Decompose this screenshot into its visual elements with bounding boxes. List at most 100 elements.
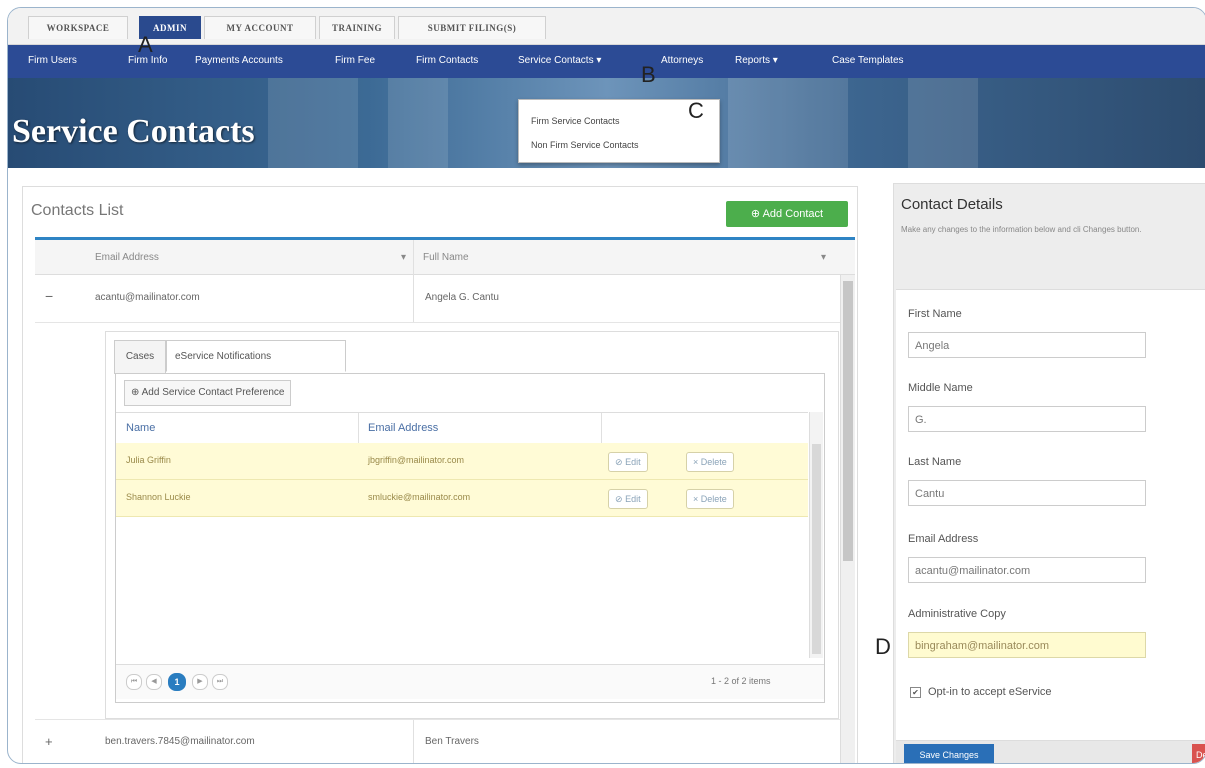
first-name-field[interactable]: Angela [908,332,1146,358]
administrative-copy-field[interactable]: bingraham@mailinator.com [908,632,1146,658]
preference-name: Julia Griffin [126,455,171,465]
column-divider [601,413,602,443]
nav-payment-accounts[interactable]: Payments Accounts [195,55,283,66]
delete-label: Delete [700,457,727,467]
delete-label: Delete [700,494,727,504]
email-field[interactable]: acantu@mailinator.com [908,557,1146,583]
column-header-email[interactable]: Email Address [95,252,159,263]
preference-name: Shannon Luckie [126,492,191,502]
delete-button[interactable]: × Delete [686,452,734,472]
column-header-name[interactable]: Name [126,422,155,434]
preference-email: smluckie@mailinator.com [368,492,471,502]
banner-decoration [268,78,358,168]
tab-cases[interactable]: Cases [114,340,166,374]
first-page-icon[interactable]: ⏮ [126,674,142,690]
add-service-contact-preference-button[interactable]: ⊕ Add Service Contact Preference [124,380,292,406]
nav-attorneys[interactable]: Attorneys [661,55,703,66]
marker-b: B [641,62,656,87]
close-icon: × [693,457,699,467]
add-contact-button[interactable]: ⊕ Add Contact [726,201,848,227]
contact-full-name: Angela G. Cantu [425,292,499,303]
menu-item-firm-service-contacts[interactable]: Firm Service Contacts [531,116,620,126]
nav-reports-label: Reports [735,55,771,66]
edit-label: Edit [625,457,641,467]
add-contact-label: Add Contact [762,208,824,220]
app-window: WORKSPACE ADMIN MY ACCOUNT TRAINING SUBM… [7,7,1205,764]
checkbox-checked-icon[interactable]: ✔ [910,686,921,698]
prev-page-icon[interactable]: ◀ [146,674,162,690]
nav-firm-fee[interactable]: Firm Fee [335,55,375,66]
contact-email: ben.travers.7845@mailinator.com [105,736,255,747]
tab-workspace[interactable]: WORKSPACE [28,16,128,39]
optin-checkbox[interactable]: ✔ Opt-in to accept eService [910,686,1052,698]
save-changes-button[interactable]: Save Changes [904,744,994,763]
preferences-scrollbar[interactable] [809,412,823,658]
nav-firm-contacts[interactable]: Firm Contacts [416,55,478,66]
contact-detail-area: Cases eService Notifications ⊕ Add Servi… [105,331,839,719]
table-row[interactable]: + ben.travers.7845@mailinator.com Ben Tr… [35,719,840,763]
edit-button[interactable]: ⊘ Edit [608,489,648,509]
admin-nav-bar: Firm Users Firm Info Payments Accounts F… [8,45,1205,78]
edit-label: Edit [625,494,641,504]
last-name-field[interactable]: Cantu [908,480,1146,506]
menu-item-non-firm-service-contacts[interactable]: Non Firm Service Contacts [531,140,639,150]
banner-decoration [388,78,448,168]
sort-icon[interactable]: ▾ [401,252,406,263]
preferences-grid-header: Name Email Address [116,412,808,444]
tab-eservice-notifications[interactable]: eService Notifications [166,340,346,372]
contact-details-title: Contact Details [901,196,1003,213]
contact-details-panel: Contact Details Make any changes to the … [893,183,1205,763]
table-row[interactable]: − acantu@mailinator.com Angela G. Cantu [35,274,845,323]
contact-full-name: Ben Travers [425,736,479,747]
email-label: Email Address [908,533,979,545]
plus-circle-icon: ⊕ [750,208,761,220]
middle-name-field[interactable]: G. [908,406,1146,432]
tab-submit-filings[interactable]: SUBMIT FILING(S) [398,16,546,39]
column-divider [358,413,359,443]
first-name-label: First Name [908,308,962,320]
pager: ⏮ ◀ 1 ▶ ⏭ 1 - 2 of 2 items [116,664,824,699]
nav-firm-users[interactable]: Firm Users [28,55,77,66]
middle-name-label: Middle Name [908,382,973,394]
preference-email: jbgriffin@mailinator.com [368,455,465,465]
column-divider [413,274,414,322]
column-header-full-name[interactable]: Full Name [423,252,469,263]
marker-a: A [138,32,153,57]
sort-icon[interactable]: ▾ [821,252,826,263]
column-divider [413,240,414,274]
plus-circle-icon: ⊕ [131,387,140,398]
table-row[interactable]: Julia Griffin jbgriffin@mailinator.com ⊘… [116,443,808,480]
contacts-list-title: Contacts List [31,202,124,219]
contact-details-description: Make any changes to the information belo… [901,225,1142,234]
nav-reports[interactable]: Reports ▾ [735,55,778,66]
page-current[interactable]: 1 [168,673,186,691]
chevron-down-icon: ▾ [596,55,602,66]
nav-service-contacts-label: Service Contacts [518,55,594,66]
column-header-email[interactable]: Email Address [368,422,438,434]
nav-case-templates[interactable]: Case Templates [832,55,904,66]
next-page-icon[interactable]: ▶ [192,674,208,690]
delete-button[interactable]: × Delete [686,489,734,509]
close-icon: × [693,494,699,504]
edit-button[interactable]: ⊘ Edit [608,452,648,472]
last-page-icon[interactable]: ⏭ [212,674,228,690]
contacts-grid-header: Email Address ▾ Full Name ▾ [35,240,855,275]
contact-details-form: First Name Angela Middle Name G. Last Na… [896,289,1205,745]
expand-icon[interactable]: + [45,734,53,749]
page-title: Service Contacts [12,113,255,150]
edit-icon: ⊘ [615,494,623,504]
delete-contact-button[interactable]: De [1192,744,1205,763]
pager-info: 1 - 2 of 2 items [711,676,771,686]
nav-service-contacts[interactable]: Service Contacts ▾ [518,55,601,66]
contacts-scrollbar[interactable] [840,275,855,763]
collapse-icon[interactable]: − [45,288,53,304]
tab-training[interactable]: TRAINING [319,16,395,39]
eservice-panel: ⊕ Add Service Contact Preference Name Em… [115,373,825,703]
scrollbar-thumb[interactable] [843,281,853,561]
scrollbar-thumb[interactable] [812,444,821,654]
top-tab-bar: WORKSPACE ADMIN MY ACCOUNT TRAINING SUBM… [8,8,1205,45]
table-row[interactable]: Shannon Luckie smluckie@mailinator.com ⊘… [116,480,808,517]
chevron-down-icon: ▾ [772,55,778,66]
tab-my-account[interactable]: MY ACCOUNT [204,16,316,39]
banner-decoration [908,78,978,168]
